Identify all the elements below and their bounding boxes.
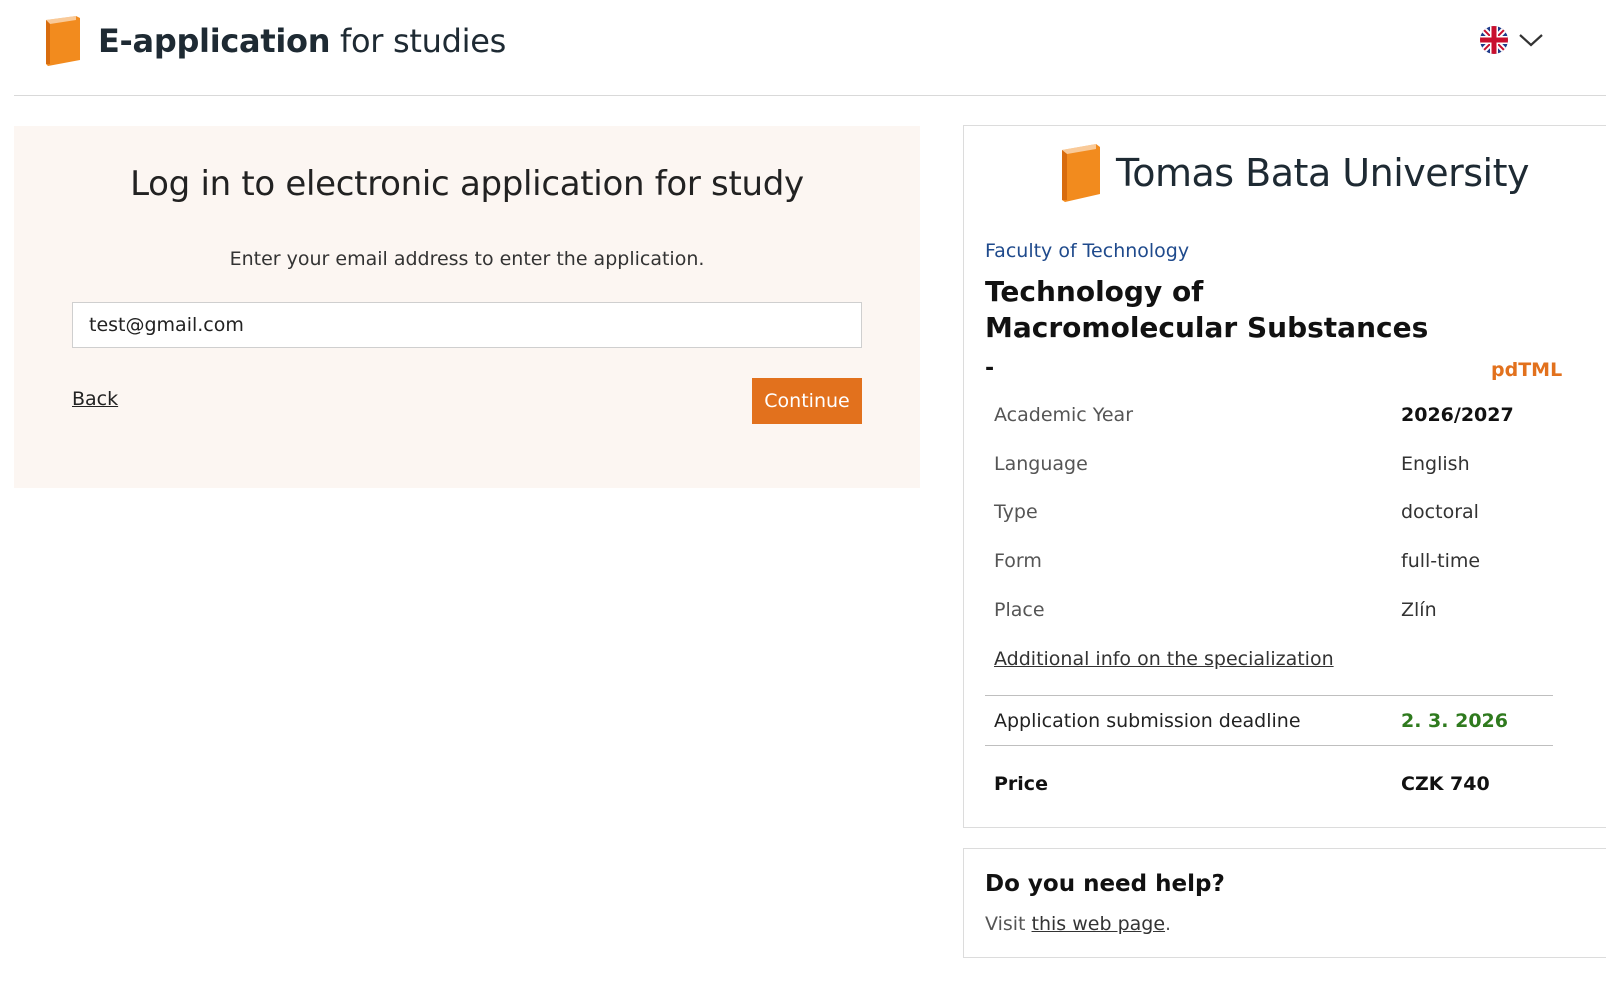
divider <box>985 695 1553 696</box>
help-text-after: . <box>1165 913 1172 935</box>
price-label: Price <box>994 773 1048 795</box>
program-dash: - <box>985 356 995 381</box>
top-header: E-application for studies <box>14 0 1606 96</box>
help-text-before: Visit <box>985 913 1032 935</box>
divider <box>985 745 1553 746</box>
help-heading: Do you need help? <box>985 871 1225 897</box>
login-panel: Log in to electronic application for stu… <box>14 126 920 488</box>
login-heading: Log in to electronic application for stu… <box>130 164 804 204</box>
language-selector[interactable] <box>1480 26 1544 54</box>
university-logo: Tomas Bata University <box>1060 144 1530 202</box>
login-instruction: Enter your email address to enter the ap… <box>229 248 705 270</box>
university-name: Tomas Bata University <box>1116 151 1530 195</box>
detail-value: English <box>1401 453 1470 475</box>
detail-value: doctoral <box>1401 501 1479 523</box>
app-title: E-application for studies <box>98 16 506 66</box>
program-code: pdTML <box>1491 359 1563 381</box>
app-title-strong: E-application <box>98 22 331 60</box>
detail-label: Language <box>994 453 1088 475</box>
detail-label: Place <box>994 599 1045 621</box>
continue-button[interactable]: Continue <box>752 378 862 424</box>
back-link[interactable]: Back <box>72 388 118 410</box>
email-input[interactable] <box>72 302 862 348</box>
program-card: Tomas Bata University Faculty of Technol… <box>963 125 1606 828</box>
specialization-info-link[interactable]: Additional info on the specialization <box>994 648 1334 670</box>
detail-label: Academic Year <box>994 404 1134 426</box>
help-card: Do you need help? Visit this web page. <box>963 848 1606 958</box>
help-text: Visit this web page. <box>985 913 1171 935</box>
book-icon <box>46 16 80 66</box>
price-value: CZK 740 <box>1401 773 1490 795</box>
help-web-page-link[interactable]: this web page <box>1032 913 1166 935</box>
brand[interactable]: E-application for studies <box>44 16 506 66</box>
deadline-value: 2. 3. 2026 <box>1401 710 1508 732</box>
detail-label: Type <box>994 501 1038 523</box>
detail-value: Zlín <box>1401 599 1437 621</box>
uk-flag-icon <box>1480 26 1508 54</box>
detail-label: Form <box>994 550 1042 572</box>
chevron-down-icon <box>1519 34 1543 47</box>
faculty-name: Faculty of Technology <box>985 240 1190 262</box>
deadline-label: Application submission deadline <box>994 710 1301 732</box>
detail-value: full-time <box>1401 550 1481 572</box>
app-title-rest: for studies <box>330 22 506 60</box>
book-icon <box>1062 144 1100 202</box>
detail-value: 2026/2027 <box>1401 404 1514 426</box>
program-name: Technology of Macromolecular Substances <box>985 275 1429 344</box>
